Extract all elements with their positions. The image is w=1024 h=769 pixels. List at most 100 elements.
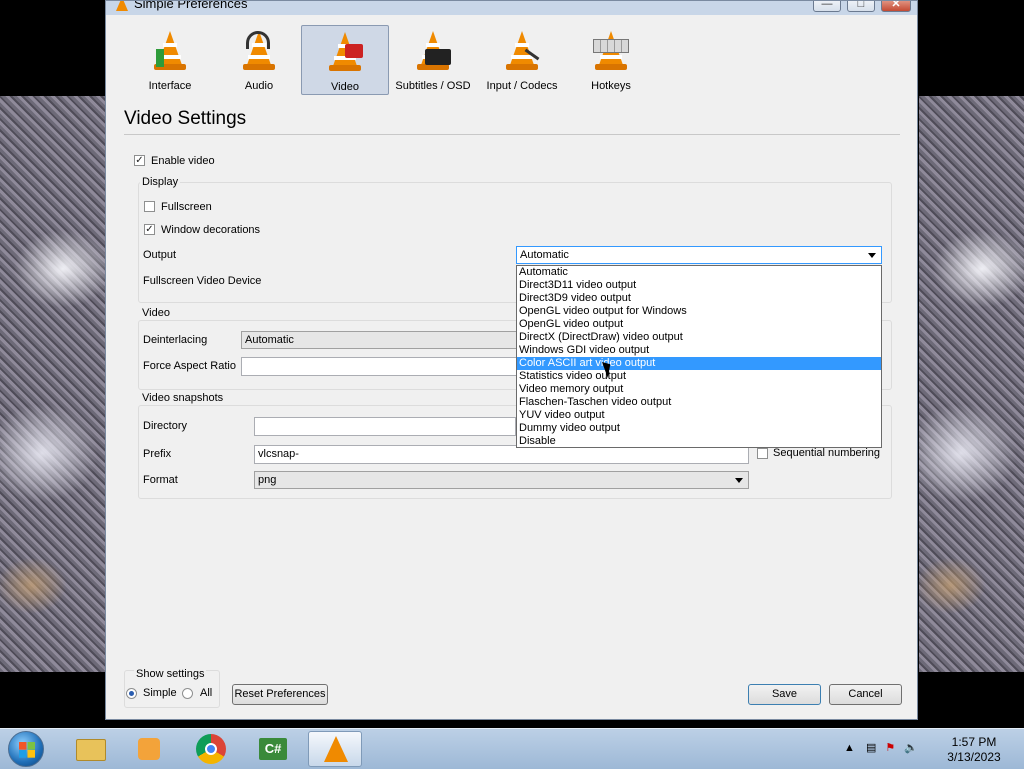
network-icon[interactable]: ▤ [866,742,876,754]
save-button[interactable]: Save [748,684,821,705]
tab-label: Video [331,81,359,93]
simple-radio-label: Simple [143,687,177,699]
taskbar-vlc[interactable] [308,731,362,767]
title-bar[interactable]: Simple Preferences — □ ✕ [106,1,917,15]
output-option[interactable]: Dummy video output [517,422,881,435]
output-option[interactable]: Disable [517,435,881,448]
clock-date: 3/13/2023 [947,750,1001,764]
enable-video-label: Enable video [151,155,215,167]
divider [124,134,900,135]
tab-label: Interface [148,80,192,92]
taskbar-csharp[interactable]: C# [246,731,300,767]
output-option[interactable]: Video memory output [517,383,881,396]
taskbar-explorer[interactable] [62,731,116,767]
window-decorations-checkbox[interactable]: ✓ [144,224,155,235]
tab-interface[interactable]: Interface [126,25,214,95]
system-tray: ▲ ▤ ⚑ 🔈 [844,741,918,754]
taskbar: C# ▲ ▤ ⚑ 🔈 1:57 PM 3/13/2023 [0,728,1024,769]
csharp-icon: C# [259,738,287,760]
aspect-ratio-input[interactable] [241,357,519,376]
reset-preferences-button[interactable]: Reset Preferences [232,684,328,705]
tab-hotkeys[interactable]: Hotkeys [567,25,655,95]
cancel-button[interactable]: Cancel [829,684,902,705]
output-option[interactable]: Direct3D9 video output [517,292,881,305]
deinterlacing-label: Deinterlacing [143,334,208,346]
format-label: Format [143,474,178,486]
tab-audio[interactable]: Audio [215,25,303,95]
show-hidden-icons[interactable]: ▲ [844,742,855,754]
aspect-ratio-label: Force Aspect Ratio [143,360,236,372]
output-dropdown-list[interactable]: Automatic Direct3D11 video output Direct3D… [516,265,882,448]
chevron-down-icon [735,478,743,483]
output-option[interactable]: Color ASCII art video output [517,357,881,370]
taskbar-media-player[interactable] [122,731,176,767]
media-player-icon [138,738,160,760]
clock-time: 1:57 PM [951,735,997,749]
tab-input-codecs[interactable]: Input / Codecs [478,25,566,95]
sequential-numbering-checkbox[interactable] [757,448,768,459]
video-icon [327,32,363,74]
input-codecs-icon [504,31,540,73]
enable-video-checkbox[interactable]: ✓ [134,155,145,166]
action-center-icon[interactable]: ⚑ [885,742,895,754]
close-button[interactable]: ✕ [881,1,911,12]
fullscreen-checkbox[interactable] [144,201,155,212]
output-option[interactable]: DirectX (DirectDraw) video output [517,331,881,344]
format-value: png [258,474,277,486]
output-select-value: Automatic [520,249,569,261]
output-label: Output [143,249,177,261]
tab-label: Subtitles / OSD [395,80,471,92]
display-group-title: Display [140,176,181,188]
tab-subtitles-osd[interactable]: Subtitles / OSD [389,25,477,95]
subtitles-icon [415,31,451,73]
interface-icon [152,31,188,73]
tab-video[interactable]: Video [301,25,389,95]
clock[interactable]: 1:57 PM 3/13/2023 [944,735,1004,765]
directory-input[interactable] [254,417,516,436]
output-option[interactable]: Automatic [517,266,881,279]
output-option[interactable]: Flaschen-Taschen video output [517,396,881,409]
output-option[interactable]: Statistics video output [517,370,881,383]
desktop-background-left [0,96,105,672]
fullscreen-device-label: Fullscreen Video Device [143,275,262,287]
output-option[interactable]: YUV video output [517,409,881,422]
sequential-numbering-label: Sequential numbering [773,447,881,459]
tab-label: Input / Codecs [486,80,558,92]
all-radio[interactable] [182,688,193,699]
minimize-button[interactable]: — [813,1,841,12]
maximize-button[interactable]: □ [847,1,875,12]
preferences-window: Simple Preferences — □ ✕ Interface Audio… [105,0,918,720]
window-title: Simple Preferences [134,1,248,11]
headphones-icon [241,31,277,73]
hotkeys-icon [593,31,629,73]
windows-logo-icon [19,742,35,758]
vlc-cone-icon [116,1,128,11]
prefix-label: Prefix [143,448,172,460]
output-select[interactable]: Automatic [516,246,882,264]
output-option[interactable]: Direct3D11 video output [517,279,881,292]
desktop-background-right [919,96,1024,672]
fullscreen-label: Fullscreen [161,201,212,213]
output-option[interactable]: Windows GDI video output [517,344,881,357]
video-group-title: Video [140,307,172,319]
format-select[interactable]: png [254,471,749,489]
page-title: Video Settings [124,108,247,129]
all-radio-label: All [200,687,213,699]
chevron-down-icon [868,253,876,258]
folder-icon [76,739,106,761]
vlc-cone-icon [324,736,348,762]
output-option[interactable]: OpenGL video output [517,318,881,331]
snapshots-group-title: Video snapshots [140,392,226,404]
start-button[interactable] [8,731,44,767]
deinterlacing-value: Automatic [245,334,294,346]
directory-label: Directory [143,420,188,432]
deinterlacing-select[interactable]: Automatic [241,331,519,349]
chrome-icon [196,734,226,764]
taskbar-chrome[interactable] [184,731,238,767]
output-option[interactable]: OpenGL video output for Windows [517,305,881,318]
show-settings-title: Show settings [134,668,207,680]
volume-icon[interactable]: 🔈 [904,742,918,754]
tab-label: Audio [244,80,274,92]
tab-label: Hotkeys [591,80,631,92]
simple-radio[interactable] [126,688,137,699]
